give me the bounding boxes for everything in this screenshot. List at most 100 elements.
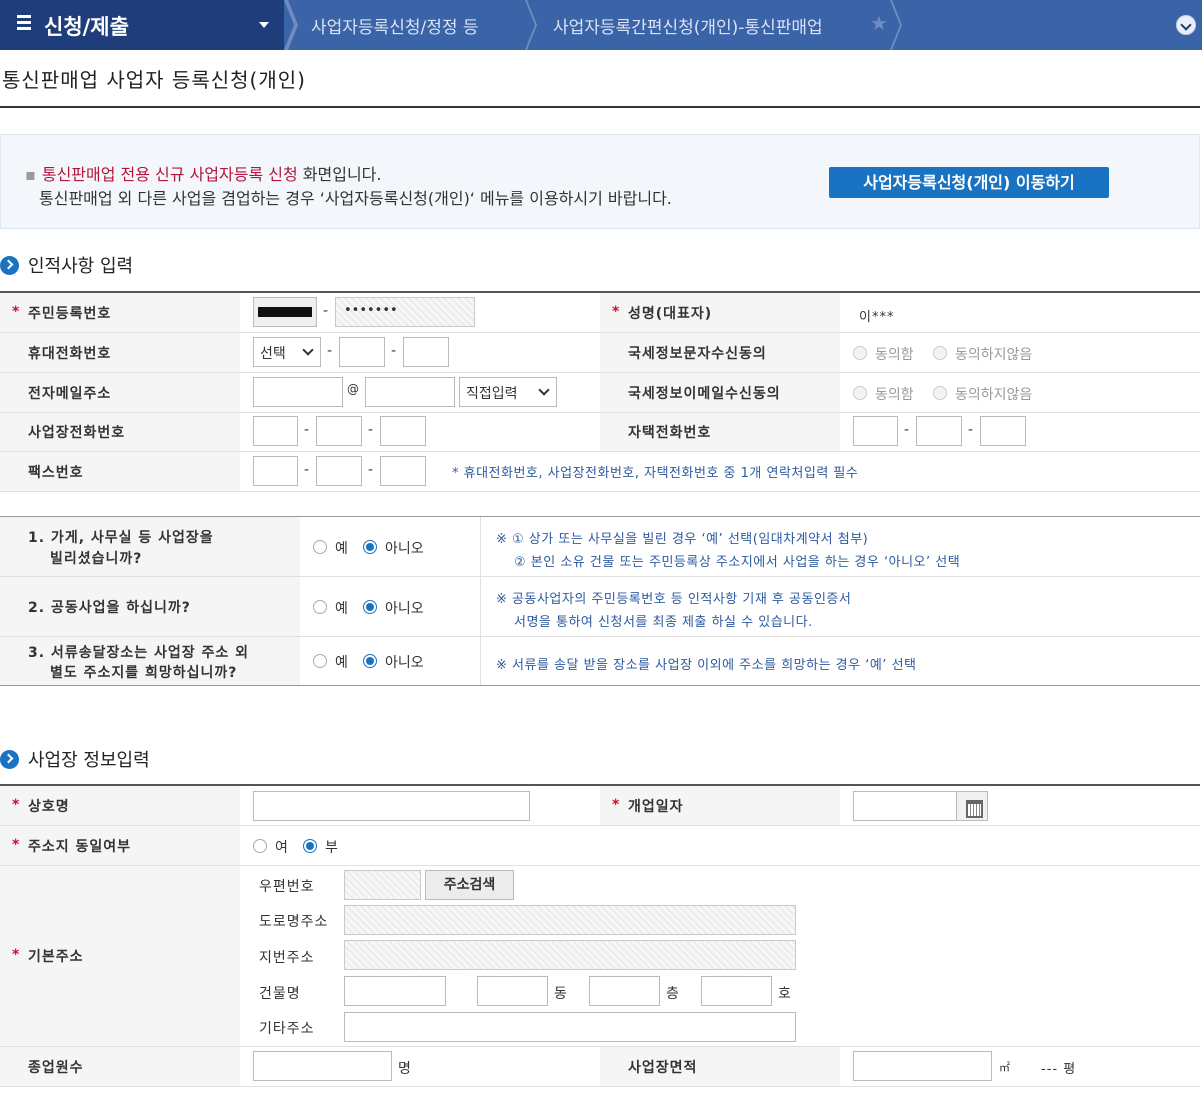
breadcrumb-item-registration[interactable]: 사업자등록신청/정정 등 [311, 13, 479, 38]
question-1-no-radio[interactable] [363, 540, 377, 554]
road-address-field[interactable] [344, 905, 796, 935]
dash: - [391, 343, 397, 359]
fax-field-2[interactable] [316, 456, 362, 486]
area-pyeong-value: --- 평 [1041, 1062, 1077, 1077]
business-phone-field-1[interactable] [253, 416, 298, 446]
email-id-field[interactable] [253, 377, 343, 407]
same-address-yes-radio[interactable] [253, 839, 267, 853]
breadcrumb-bar: 신청/제출 사업자등록신청/정정 등 사업자등록간편신청(개인)-통신판매업 ★ [0, 0, 1202, 50]
address-header: * 기본주소 [0, 866, 240, 1046]
question-2-no-label: 아니오 [385, 601, 424, 617]
notice-line-2: 통신판매업 외 다른 사업을 겸업하는 경우 ‘사업자등록신청(개인)‘ 메뉴를… [39, 189, 672, 208]
email-agree-radio[interactable] [853, 386, 867, 400]
floor-input[interactable] [589, 976, 660, 1006]
area-label: 사업장면적 [628, 1059, 698, 1076]
question-2-no-radio[interactable] [363, 600, 377, 614]
question-1-note-1: ※ ① 상가 또는 사무실을 빌린 경우 ‘예’ 선택(임대차계약서 첨부) [496, 532, 869, 547]
email-domain-field[interactable] [365, 377, 455, 407]
rrn-back-value: ••••••• [344, 303, 398, 318]
calendar-icon[interactable] [956, 791, 988, 821]
title-divider [0, 106, 1200, 108]
mobile-prefix-select[interactable]: 선택 [253, 337, 321, 367]
lot-address-label: 지번주소 [259, 950, 315, 966]
trade-name-input[interactable] [253, 791, 530, 821]
section-title-business: 사업장 정보입력 [0, 746, 150, 772]
row-question-3: 3. 서류송달장소는 사업장 주소 외 별도 주소지를 희망하십니까? 예 아니… [0, 637, 1200, 686]
same-address-label: 주소지 동일여부 [28, 838, 132, 855]
zip-code-field[interactable] [344, 870, 421, 900]
employees-input[interactable] [253, 1051, 392, 1081]
collapse-chevron-icon[interactable] [1176, 15, 1196, 35]
rrn-front-field[interactable] [253, 297, 317, 327]
email-label: 전자메일주소 [28, 385, 112, 402]
road-address-label: 도로명주소 [259, 914, 329, 930]
chevron-down-icon [538, 384, 550, 396]
business-phone-field-2[interactable] [316, 416, 362, 446]
redaction-mark [258, 307, 312, 317]
question-3-note: ※ 서류를 송달 받을 장소를 사업장 이외에 주소를 희망하는 경우 ‘예’ … [496, 658, 917, 673]
area-input[interactable] [853, 1051, 992, 1081]
arrow-circle-icon [0, 256, 19, 275]
question-3-header: 3. 서류송달장소는 사업장 주소 외 별도 주소지를 희망하십니까? [0, 637, 300, 685]
hamburger-icon [17, 15, 31, 33]
row-mobile: 휴대전화번호 선택 - - 국세정보문자수신동의 동의함 동의하지않음 [0, 333, 1200, 373]
business-phone-header: 사업장전화번호 [0, 413, 240, 451]
email-domain-select[interactable]: 직접입력 [459, 377, 557, 407]
breadcrumb-separator-icon [284, 0, 298, 50]
address-label: 기본주소 [28, 949, 84, 965]
main-menu-button[interactable]: 신청/제출 [0, 0, 284, 50]
rrn-back-field[interactable]: ••••••• [335, 297, 475, 327]
same-address-header: * 주소지 동일여부 [0, 826, 240, 865]
arrow-circle-icon [0, 750, 19, 769]
email-disagree-radio[interactable] [933, 386, 947, 400]
mobile-last-field[interactable] [403, 337, 449, 367]
fax-field-1[interactable] [253, 456, 298, 486]
favorite-star-icon[interactable]: ★ [870, 11, 888, 35]
dash: - [304, 462, 310, 478]
required-mark: * [12, 303, 21, 320]
business-phone-label: 사업장전화번호 [28, 425, 126, 441]
breadcrumb-item-current[interactable]: 사업자등록간편신청(개인)-통신판매업 [553, 13, 823, 38]
lot-address-field[interactable] [344, 940, 796, 970]
question-3-line-2: 별도 주소지를 희망하십니까? [50, 665, 238, 681]
open-date-input[interactable] [853, 791, 957, 821]
row-question-1: 1. 가게, 사무실 등 사업장을 빌리셨습니까? 예 아니오 ※ ① 상가 또… [0, 517, 1200, 577]
page-title: 통신판매업 사업자 등록신청(개인) [2, 68, 306, 92]
mobile-header: 휴대전화번호 [0, 333, 240, 372]
sms-consent-label: 국세정보문자수신동의 [628, 345, 767, 362]
fax-header: 팩스번호 [0, 452, 240, 491]
fax-label: 팩스번호 [28, 464, 84, 481]
sms-disagree-radio[interactable] [933, 346, 947, 360]
ho-input[interactable] [701, 976, 772, 1006]
question-3-no-radio[interactable] [363, 654, 377, 668]
question-1-yes-radio[interactable] [313, 540, 327, 554]
question-3-yes-radio[interactable] [313, 654, 327, 668]
sms-agree-radio[interactable] [853, 346, 867, 360]
dong-input[interactable] [477, 976, 548, 1006]
home-phone-field-1[interactable] [853, 416, 898, 446]
required-mark: * [612, 303, 621, 320]
fax-field-3[interactable] [380, 456, 426, 486]
email-consent-header: 국세정보이메일수신동의 [600, 373, 840, 412]
row-rrn: * 주민등록번호 - ••••••• * 성명(대표자) 이*** [0, 293, 1200, 333]
mobile-middle-field[interactable] [339, 337, 385, 367]
question-2-yes-label: 예 [335, 601, 348, 617]
divider [480, 577, 481, 636]
question-2-yes-radio[interactable] [313, 600, 327, 614]
business-phone-field-3[interactable] [380, 416, 426, 446]
building-name-input[interactable] [344, 976, 446, 1006]
required-mark: * [12, 836, 21, 853]
same-address-no-radio[interactable] [303, 839, 317, 853]
sms-consent-header: 국세정보문자수신동의 [600, 333, 840, 372]
go-individual-registration-button[interactable]: 사업자등록신청(개인) 이동하기 [829, 167, 1109, 198]
section-title-personal-text: 인적사항 입력 [28, 256, 134, 277]
dash: - [327, 343, 333, 359]
etc-address-input[interactable] [344, 1012, 796, 1042]
home-phone-field-2[interactable] [916, 416, 962, 446]
home-phone-field-3[interactable] [980, 416, 1026, 446]
address-search-button[interactable]: 주소검색 [425, 870, 514, 900]
question-1-line-2: 빌리셨습니까? [50, 551, 143, 567]
row-fax: 팩스번호 - - * 휴대전화번호, 사업장전화번호, 자택전화번호 중 1개 … [0, 452, 1200, 492]
employees-label: 종업원수 [28, 1059, 84, 1076]
floor-unit: 층 [666, 986, 680, 1002]
